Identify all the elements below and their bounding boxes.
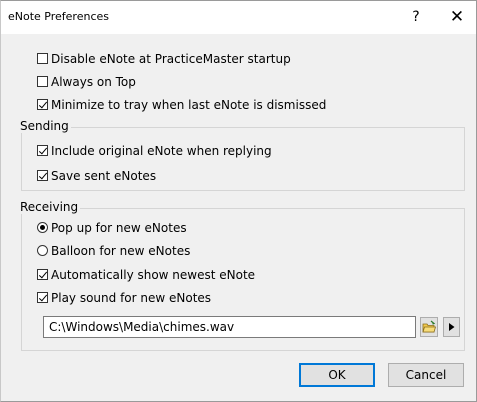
play-sound-button[interactable]: [443, 317, 460, 337]
checkbox-label: Automatically show newest eNote: [51, 268, 256, 282]
checkbox-label: Disable eNote at PracticeMaster startup: [51, 52, 291, 66]
checkbox-box[interactable]: [37, 170, 48, 181]
play-icon: [449, 323, 455, 331]
checkbox-box[interactable]: [37, 269, 48, 280]
ok-button[interactable]: OK: [299, 363, 375, 387]
radio-label: Balloon for new eNotes: [51, 244, 191, 258]
close-button[interactable]: ✕: [447, 7, 467, 27]
enote-preferences-dialog: eNote Preferences ? ✕ Disable eNote at P…: [0, 0, 477, 402]
checkbox-box[interactable]: [37, 76, 48, 87]
radio-button[interactable]: [37, 245, 48, 256]
receiving-group-title: Receiving: [18, 200, 81, 214]
checkbox-label: Include original eNote when replying: [51, 144, 272, 158]
checkbox-label: Always on Top: [51, 75, 136, 89]
checkbox-label: Minimize to tray when last eNote is dism…: [51, 98, 327, 112]
browse-sound-button[interactable]: [420, 317, 438, 337]
checkbox-box[interactable]: [37, 99, 48, 110]
folder-icon: [422, 320, 437, 333]
radio-button[interactable]: [37, 222, 48, 233]
sound-file-path-input[interactable]: C:\Windows\Media\chimes.wav: [43, 316, 416, 338]
checkbox-label: Play sound for new eNotes: [51, 291, 212, 305]
checkbox-box[interactable]: [37, 145, 48, 156]
cancel-button[interactable]: Cancel: [388, 363, 464, 387]
checkbox-box[interactable]: [37, 53, 48, 64]
checkbox-box[interactable]: [37, 292, 48, 303]
checkbox-label: Save sent eNotes: [51, 169, 157, 183]
title-bar: eNote Preferences ? ✕: [1, 1, 476, 34]
window-title: eNote Preferences: [8, 10, 109, 23]
help-button[interactable]: ?: [406, 7, 426, 27]
radio-label: Pop up for new eNotes: [51, 221, 187, 235]
sending-group-title: Sending: [18, 119, 71, 133]
